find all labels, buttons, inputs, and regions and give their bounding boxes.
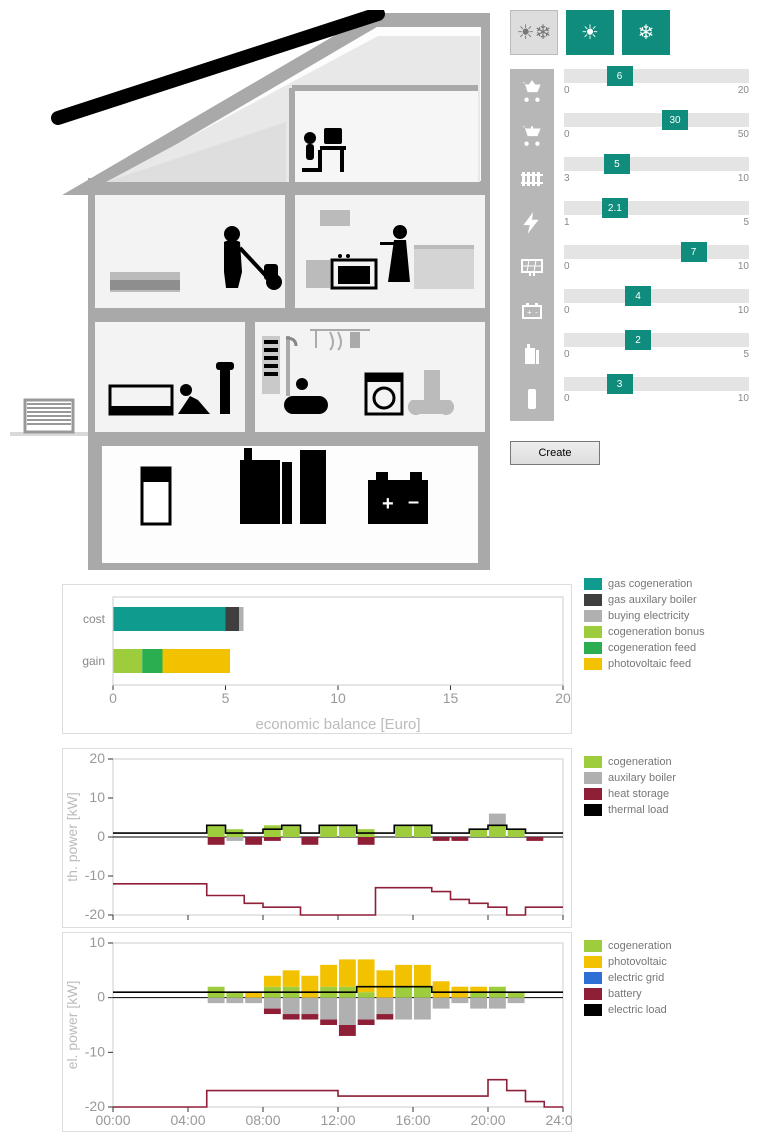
cart-down-icon: [510, 113, 554, 157]
chp-size-slider[interactable]: 2: [564, 333, 749, 347]
economic-legend: gas cogeneration gas auxilary boiler buyin…: [584, 578, 734, 670]
svg-text:el. power [kW]: el. power [kW]: [64, 981, 80, 1070]
storage-cap-slider[interactable]: 3: [564, 377, 749, 391]
export-price-slider[interactable]: 6: [564, 69, 749, 83]
export-price-handle[interactable]: 6: [607, 66, 633, 86]
svg-text:0: 0: [97, 989, 105, 1005]
chp-icon: [510, 333, 554, 377]
legend-item: cogeneration: [584, 940, 734, 952]
svg-text:20: 20: [89, 750, 105, 766]
legend-item: buying electricity: [584, 610, 734, 622]
import-price-handle[interactable]: 30: [662, 110, 688, 130]
chp-size-handle[interactable]: 2: [625, 330, 651, 350]
legend-item: electric grid: [584, 972, 734, 984]
svg-text:10: 10: [89, 789, 105, 805]
pv-icon: [510, 245, 554, 289]
el-base-handle[interactable]: 2.1: [602, 198, 628, 218]
summer-mode-button[interactable]: ☀: [566, 10, 614, 55]
svg-text:5: 5: [222, 690, 230, 706]
svg-text:04:00: 04:00: [170, 1112, 205, 1128]
pv-size-handle[interactable]: 7: [681, 242, 707, 262]
bolt-icon: [510, 201, 554, 245]
legend-item: cogeneration bonus: [584, 626, 734, 638]
legend-item: battery: [584, 988, 734, 1000]
winter-mode-icon: ❄: [638, 20, 655, 45]
battery-icon: +-: [510, 289, 554, 333]
svg-text:-: -: [535, 308, 538, 317]
svg-text:-20: -20: [85, 906, 105, 922]
legend-item: auxilary boiler: [584, 772, 734, 784]
winter-mode-button[interactable]: ❄: [622, 10, 670, 55]
transition-mode-icon: ☀❄: [517, 20, 552, 45]
thermal-power-chart: -20 -10 0 10 20 th. power [kW]: [62, 748, 572, 928]
legend-item: thermal load: [584, 804, 734, 816]
svg-text:20: 20: [555, 690, 571, 706]
svg-text:0: 0: [97, 828, 105, 844]
economic-balance-chart: 0 5 10 15 20 economic balance [Euro] cost gain: [62, 584, 572, 734]
svg-text:10: 10: [330, 690, 346, 706]
thermal-legend: cogeneration auxilary boiler heat storage t…: [584, 756, 734, 816]
legend-item: electric load: [584, 1004, 734, 1016]
pv-size-slider[interactable]: 7: [564, 245, 749, 259]
house-diagram: + –: [10, 10, 490, 570]
storage-cap-handle[interactable]: 3: [607, 374, 633, 394]
svg-text:cost: cost: [83, 612, 106, 626]
svg-text:-10: -10: [85, 867, 105, 883]
svg-text:12:00: 12:00: [320, 1112, 355, 1128]
heatpump-outdoor-icon: [25, 400, 73, 432]
svg-text:15: 15: [443, 690, 459, 706]
heating-handle[interactable]: 5: [604, 154, 630, 174]
legend-item: cogeneration: [584, 756, 734, 768]
legend-item: gas auxilary boiler: [584, 594, 734, 606]
legend-item: gas cogeneration: [584, 578, 734, 590]
svg-text:-10: -10: [85, 1043, 105, 1059]
svg-text:24:00: 24:00: [545, 1112, 573, 1128]
cart-up-icon: [510, 69, 554, 113]
svg-text:08:00: 08:00: [245, 1112, 280, 1128]
el-base-slider[interactable]: 2.1: [564, 201, 749, 215]
battery-cap-slider[interactable]: 4: [564, 289, 749, 303]
battery-cap-handle[interactable]: 4: [625, 286, 651, 306]
electric-legend: cogeneration photovoltaic electric grid bat…: [584, 940, 734, 1016]
tank-icon: [510, 377, 554, 421]
legend-item: heat storage: [584, 788, 734, 800]
legend-item: photovoltaic feed: [584, 658, 734, 670]
radiator-icon: [510, 157, 554, 201]
summer-mode-icon: ☀: [581, 20, 599, 45]
electric-power-chart: -20-1001000:0004:0008:0012:0016:0020:002…: [62, 932, 572, 1132]
legend-item: photovoltaic: [584, 956, 734, 968]
svg-text:0: 0: [109, 690, 117, 706]
legend-item: cogeneration feed: [584, 642, 734, 654]
svg-text:th. power [kW]: th. power [kW]: [64, 792, 80, 881]
svg-text:00:00: 00:00: [95, 1112, 130, 1128]
svg-text:20:00: 20:00: [470, 1112, 505, 1128]
svg-text:+: +: [527, 308, 532, 317]
transition-mode-button[interactable]: ☀❄: [510, 10, 558, 55]
svg-text:gain: gain: [82, 654, 105, 668]
svg-text:16:00: 16:00: [395, 1112, 430, 1128]
heating-slider[interactable]: 5: [564, 157, 749, 171]
svg-text:10: 10: [89, 934, 105, 950]
create-button[interactable]: Create: [510, 441, 600, 465]
svg-text:–: –: [408, 491, 419, 513]
import-price-slider[interactable]: 30: [564, 113, 749, 127]
svg-text:+: +: [382, 493, 394, 515]
svg-text:economic balance [Euro]: economic balance [Euro]: [255, 716, 420, 733]
controls-panel: ☀❄☀❄ 60203005053102.1157010+-40102053010…: [510, 10, 749, 570]
